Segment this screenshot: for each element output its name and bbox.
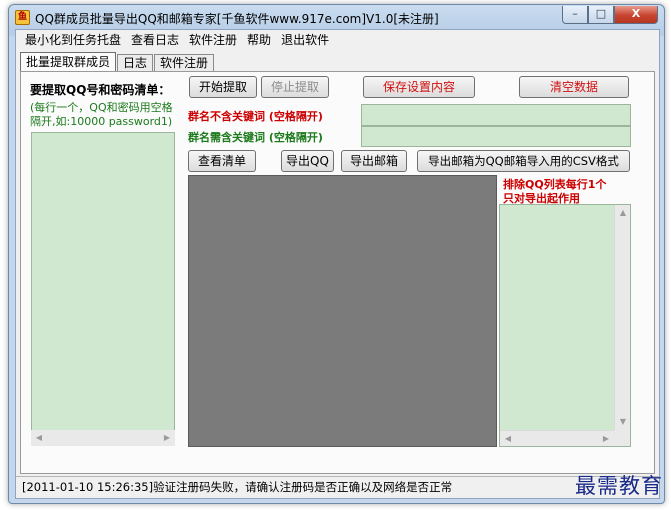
include-keyword-input[interactable] [361, 126, 631, 147]
start-extract-button[interactable]: 开始提取 [189, 76, 257, 98]
menu-exit[interactable]: 退出软件 [276, 30, 334, 50]
scroll-right-arrow-icon[interactable]: ▶ [598, 431, 614, 447]
export-qq-button[interactable]: 导出QQ [281, 150, 334, 172]
menu-help[interactable]: 帮助 [242, 30, 276, 50]
menu-bar: 最小化到任务托盘 查看日志 软件注册 帮助 退出软件 [16, 30, 659, 50]
scroll-left-arrow-icon[interactable]: ◀ [500, 431, 516, 447]
qq-password-textarea[interactable] [31, 132, 175, 445]
scroll-up-arrow-icon[interactable]: ▲ [615, 205, 631, 221]
tab-register[interactable]: 软件注册 [154, 54, 215, 72]
status-bar: [2011-01-10 15:26:35]验证注册码失败，请确认注册码是否正确以… [16, 476, 659, 498]
stop-extract-button[interactable]: 停止提取 [261, 76, 329, 98]
qq-scroll-right-arrow-icon[interactable]: ▶ [159, 430, 175, 446]
minimize-button[interactable]: – [562, 6, 588, 24]
exclude-qq-textarea[interactable]: ▲ ▼ ◀ ▶ [499, 204, 631, 447]
qq-list-horizontal-scrollbar[interactable]: ◀ ▶ [31, 430, 175, 446]
qq-list-heading: 要提取QQ号和密码清单： [30, 83, 171, 97]
window-controls: – □ X [562, 6, 658, 24]
export-email-button[interactable]: 导出邮箱 [341, 150, 407, 172]
export-csv-button[interactable]: 导出邮箱为QQ邮箱导入用的CSV格式 [417, 150, 630, 172]
exclude-keyword-label: 群名不含关键词 (空格隔开) [188, 110, 323, 123]
extract-panel: 要提取QQ号和密码清单： (每行一个，QQ和密码用空格 隔开,如:10000 p… [20, 71, 655, 474]
title-bar[interactable]: 鱼 QQ群成员批量导出QQ和邮箱专家[千鱼软件www.917e.com]V1.0… [9, 5, 664, 29]
qq-list-hint-2: 隔开,如:10000 password1) [30, 115, 173, 128]
exclude-keyword-input[interactable] [361, 104, 631, 126]
view-list-button[interactable]: 查看清单 [188, 150, 256, 172]
maximize-button[interactable]: □ [588, 6, 614, 24]
menu-view-log[interactable]: 查看日志 [126, 30, 184, 50]
exclude-horizontal-scrollbar[interactable]: ◀ ▶ [500, 430, 614, 446]
status-message: [2011-01-10 15:26:35]验证注册码失败，请确认注册码是否正确以… [22, 480, 453, 494]
save-settings-button[interactable]: 保存设置内容 [363, 76, 475, 98]
scroll-down-arrow-icon[interactable]: ▼ [615, 414, 631, 430]
app-window: 鱼 QQ群成员批量导出QQ和邮箱专家[千鱼软件www.917e.com]V1.0… [8, 4, 665, 504]
menu-minimize-to-tray[interactable]: 最小化到任务托盘 [20, 30, 126, 50]
close-button[interactable]: X [614, 6, 658, 24]
watermark-text: 最需教育 [575, 474, 663, 498]
window-title: QQ群成员批量导出QQ和邮箱专家[千鱼软件www.917e.com]V1.0[未… [35, 12, 439, 26]
client-area: 最小化到任务托盘 查看日志 软件注册 帮助 退出软件 批量提取群成员 日志 软件… [15, 29, 660, 499]
tab-strip: 批量提取群成员 日志 软件注册 [20, 52, 215, 72]
app-fish-icon: 鱼 [15, 10, 30, 25]
tab-batch-extract[interactable]: 批量提取群成员 [20, 52, 117, 72]
menu-register[interactable]: 软件注册 [184, 30, 242, 50]
include-keyword-label: 群名需含关键词 (空格隔开) [188, 131, 323, 144]
tab-log[interactable]: 日志 [117, 54, 154, 72]
member-results-pane[interactable] [188, 175, 497, 447]
clear-data-button[interactable]: 清空数据 [519, 76, 629, 98]
scroll-corner [614, 430, 630, 446]
qq-scroll-left-arrow-icon[interactable]: ◀ [31, 430, 47, 446]
exclude-vertical-scrollbar[interactable]: ▲ ▼ [614, 205, 630, 430]
